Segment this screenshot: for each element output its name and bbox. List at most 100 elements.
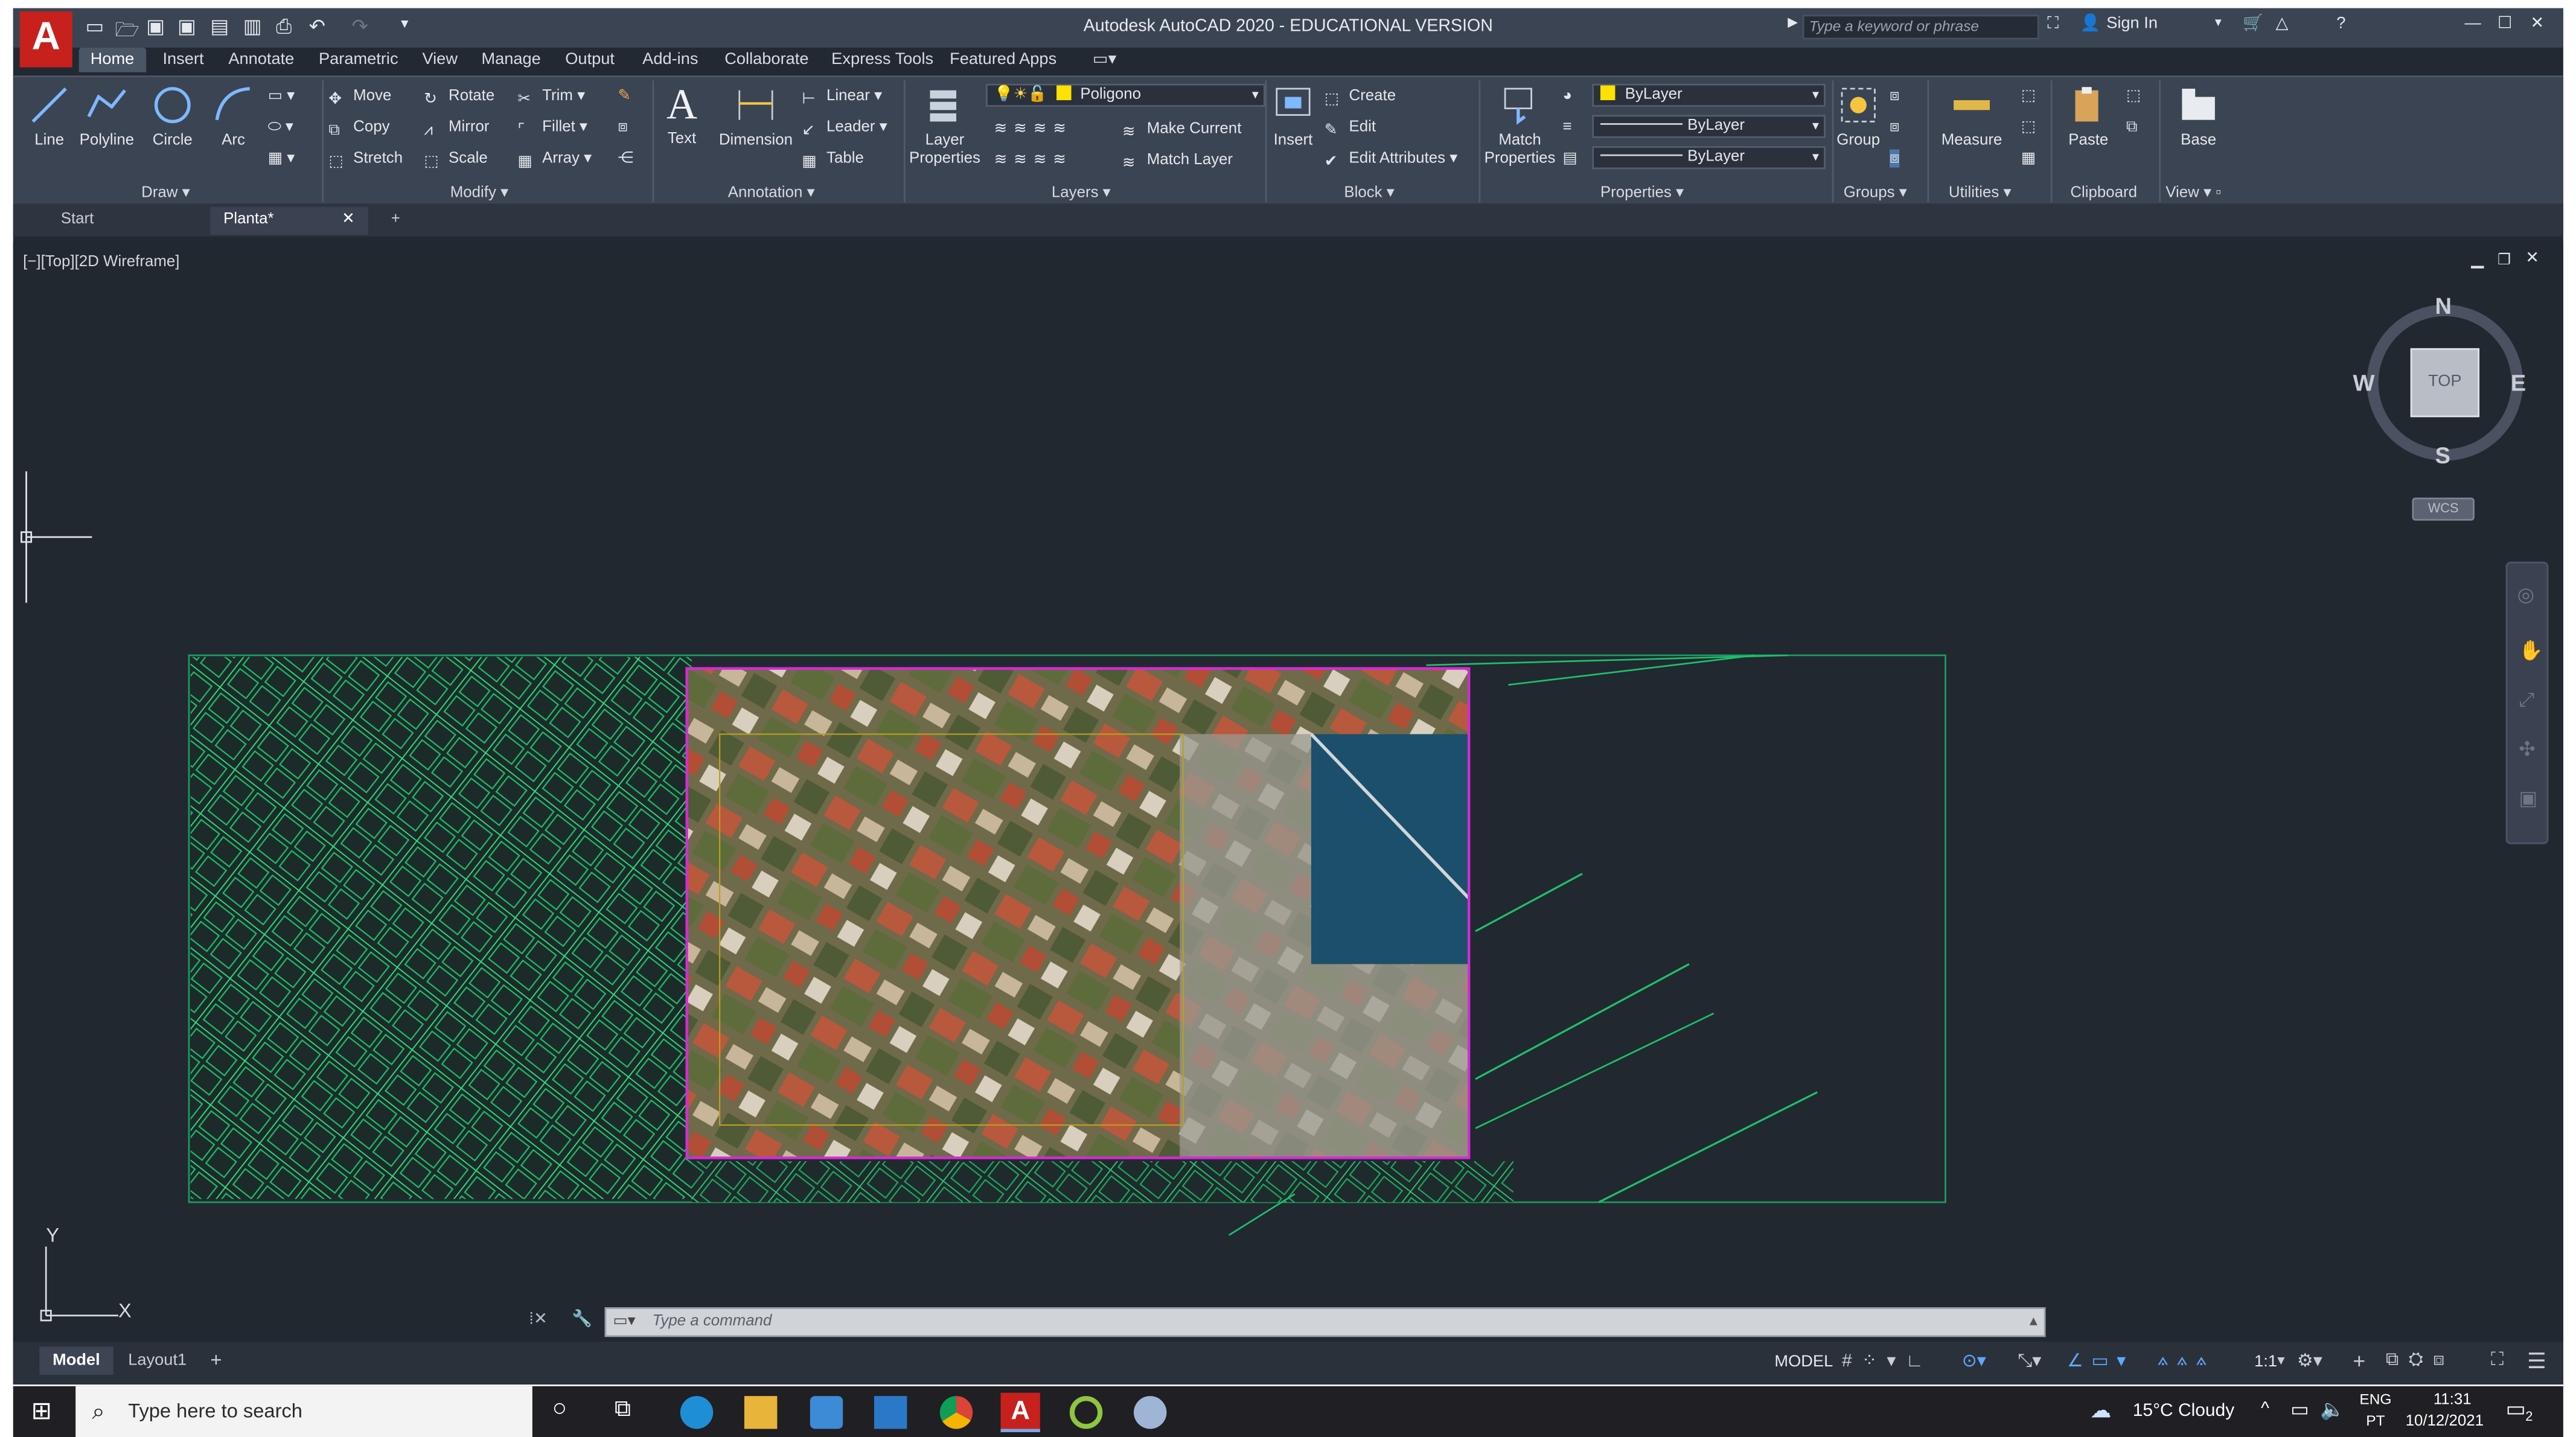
match-properties-button[interactable]: Match Properties <box>1480 84 1559 168</box>
insert-block-button[interactable]: Insert <box>1267 84 1319 150</box>
tab-output[interactable]: Output <box>565 51 615 69</box>
layer-dropdown[interactable]: 💡☀🔓 Poligono ▾ <box>986 83 1265 107</box>
copy-clip-icon[interactable]: ⧉ <box>2126 118 2137 136</box>
clipboard-panel-label[interactable]: Clipboard <box>2070 184 2137 202</box>
command-customize-icon[interactable]: 🔧 <box>572 1311 592 1329</box>
mirror-button[interactable]: ⩘ Mirror <box>424 118 489 139</box>
lineweight-icon[interactable]: ▤ <box>1562 150 1577 168</box>
tab-start[interactable]: Start <box>48 207 205 235</box>
save-web-icon[interactable]: ▤ <box>210 14 229 37</box>
autocad-taskbar-icon[interactable]: A <box>1000 1392 1040 1432</box>
redo-icon[interactable]: ↷ <box>351 14 368 37</box>
showmotion-icon[interactable]: ▣ <box>2519 787 2537 810</box>
command-history-icon[interactable]: ▭▾ <box>613 1309 635 1336</box>
tab-express-tools[interactable]: Express Tools <box>831 51 933 69</box>
help-icon[interactable]: ? <box>2336 14 2345 33</box>
viewcube-top-face[interactable]: TOP <box>2410 348 2480 418</box>
compass-e[interactable]: E <box>2511 369 2526 396</box>
paste-button[interactable]: Paste <box>2057 84 2120 150</box>
customize-status-icon[interactable]: ☰ <box>2527 1348 2546 1375</box>
clock-date[interactable]: 10/12/2021 <box>2406 1412 2484 1430</box>
open-file-icon[interactable]: 🗁 <box>115 14 140 49</box>
new-file-icon[interactable]: ▭ <box>86 14 104 37</box>
osnap-icon[interactable]: ⤡▾ <box>2018 1350 2041 1373</box>
rotate-button[interactable]: ↻ Rotate <box>424 87 494 108</box>
tab-collaborate[interactable]: Collaborate <box>724 51 808 69</box>
group-edit-icon[interactable]: ⧈ <box>1890 118 1899 136</box>
weather-text[interactable]: 15°C Cloudy <box>2133 1401 2234 1421</box>
tab-parametric[interactable]: Parametric <box>319 51 398 69</box>
tray-chevron-icon[interactable]: ^ <box>2261 1400 2269 1419</box>
linetype-dropdown[interactable]: ByLayer ▾ <box>1592 115 1826 138</box>
drafting-status-icons[interactable]: #⁘▾∟ <box>1842 1350 1933 1372</box>
close-window-icon[interactable]: ✕ <box>2530 14 2544 33</box>
arc-button[interactable]: Arc <box>210 84 256 150</box>
annotation-panel-label[interactable]: Annotation ▾ <box>728 184 815 202</box>
edit-attributes-button[interactable]: ✔ Edit Attributes ▾ <box>1325 150 1458 171</box>
explode-icon[interactable]: ⧈ <box>618 118 627 136</box>
tab-home[interactable]: Home <box>78 47 146 72</box>
file-explorer-icon[interactable] <box>744 1396 778 1429</box>
modify-panel-label[interactable]: Modify ▾ <box>450 184 508 202</box>
cart-icon[interactable]: 🛒 <box>2243 14 2263 33</box>
binoculars-icon[interactable]: ⛶ <box>2047 14 2059 33</box>
compass-w[interactable]: W <box>2353 369 2374 396</box>
scale-dropdown-icon[interactable]: ▾ <box>2277 1352 2284 1370</box>
group-button[interactable]: Group <box>1833 84 1883 150</box>
block-panel-label[interactable]: Block ▾ <box>1344 184 1394 202</box>
maximize-icon[interactable]: ☐ <box>2498 14 2512 33</box>
viewport-restore-icon[interactable]: ❐ <box>2498 251 2511 269</box>
minimize-icon[interactable]: — <box>2465 14 2481 33</box>
measure-button[interactable]: Measure <box>1932 84 2012 150</box>
cut-icon[interactable]: ⬚ <box>2126 87 2141 105</box>
notifications-icon[interactable]: ▭ <box>2506 1396 2526 1423</box>
ribbon-toggle-icon[interactable]: ▭▾ <box>1093 51 1116 69</box>
linear-button[interactable]: ⊢ Linear ▾ <box>802 87 882 108</box>
clock-time[interactable]: 11:31 <box>2434 1391 2472 1409</box>
workspace-gear-icon[interactable]: ⚙▾ <box>2297 1350 2322 1372</box>
draw-panel-label[interactable]: Draw ▾ <box>141 184 190 202</box>
taskbar-search-box[interactable]: ⌕ Type here to search <box>75 1386 532 1437</box>
new-tab-button[interactable]: + <box>378 207 411 235</box>
help-search-input[interactable]: Type a keyword or phrase <box>1802 14 2039 40</box>
annotation-monitor-icon[interactable]: + <box>2353 1348 2365 1373</box>
windows-start-icon[interactable]: ⊞ <box>31 1396 52 1426</box>
sign-in-link[interactable]: Sign In <box>2106 14 2158 33</box>
store-icon[interactable] <box>810 1396 843 1429</box>
color-wheel-icon[interactable]: ◕ <box>1562 87 1572 105</box>
offset-icon[interactable]: ⋲ <box>618 150 633 168</box>
viewcube[interactable]: N S E W TOP <box>2353 292 2530 468</box>
make-current-button[interactable]: ≋ Make Current <box>1122 120 1241 141</box>
match-layer-button[interactable]: ≋ Match Layer <box>1122 151 1233 172</box>
drawing-canvas[interactable]: [−][Top][2D Wireframe] ▁ ❐ ✕ N S E W TOP… <box>13 241 2563 1342</box>
base-view-button[interactable]: Base <box>2169 84 2228 150</box>
polyline-button[interactable]: Polyline <box>72 84 141 150</box>
publish-icon[interactable]: ▥ <box>243 14 262 37</box>
erase-icon[interactable]: ✎ <box>618 87 631 105</box>
save-as-icon[interactable]: ▣ <box>177 14 196 37</box>
app-icon[interactable] <box>1133 1396 1167 1429</box>
stretch-button[interactable]: ⬚ Stretch <box>328 150 403 171</box>
trim-button[interactable]: ✂ Trim ▾ <box>517 87 585 108</box>
create-block-button[interactable]: ⬚ Create <box>1325 87 1396 108</box>
orbit-icon[interactable]: ✣ <box>2519 738 2535 760</box>
fillet-button[interactable]: ⌜ Fillet ▾ <box>517 118 587 139</box>
polar-tracking-icon[interactable]: ⊙▾ <box>1962 1350 1986 1372</box>
linetype-icon[interactable]: ≡ <box>1562 118 1571 136</box>
tab-view[interactable]: View <box>422 51 458 69</box>
autocad-logo-button[interactable]: A <box>19 11 72 68</box>
utilities-panel-label[interactable]: Utilities ▾ <box>1949 184 2012 202</box>
layer-tools-row1[interactable]: ≋≋≋≋ <box>994 120 1073 138</box>
viewport-minimize-icon[interactable]: ▁ <box>2471 251 2484 269</box>
isolate-icons[interactable]: ⧉⛭⧈ <box>2386 1350 2455 1371</box>
command-close-icon[interactable]: ⁞✕ <box>529 1311 547 1329</box>
move-button[interactable]: ✥ Move <box>328 87 391 108</box>
sign-in-dropdown-icon[interactable]: ▾ <box>2215 14 2222 29</box>
cortana-icon[interactable]: ○ <box>552 1394 567 1422</box>
layer-properties-button[interactable]: Layer Properties <box>909 84 981 168</box>
color-dropdown[interactable]: ByLayer ▾ <box>1592 83 1826 107</box>
close-tab-icon[interactable]: ✕ <box>342 207 355 232</box>
array-button[interactable]: ▦ Array ▾ <box>517 150 592 171</box>
lineweight-dropdown[interactable]: ByLayer ▾ <box>1592 146 1826 170</box>
command-expand-icon[interactable]: ▴ <box>2030 1309 2037 1336</box>
